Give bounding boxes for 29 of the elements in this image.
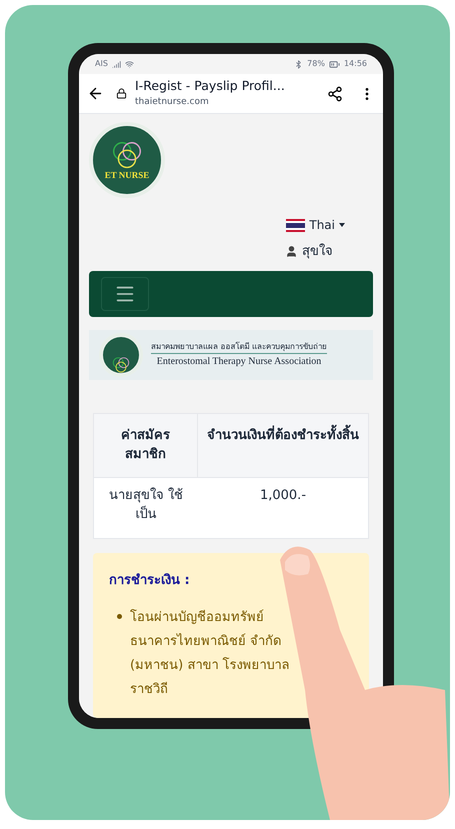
payment-title: การชำระเงิน : [109, 572, 191, 590]
page-title: I-Regist - Payslip Profil... [135, 77, 286, 96]
thai-flag-icon [286, 218, 306, 232]
caret-icon [339, 223, 345, 227]
user-name[interactable]: สุขใจ [302, 242, 333, 262]
language-dropdown[interactable]: Thai [309, 216, 345, 234]
back-icon[interactable] [87, 85, 104, 102]
battery-percent: 78% [307, 58, 325, 70]
user-icon [285, 245, 298, 258]
clock: 14:56 [344, 58, 367, 70]
map-rings-icon [110, 354, 132, 373]
menu-button[interactable] [101, 276, 149, 311]
wifi-icon [124, 60, 134, 68]
lock-icon [116, 88, 127, 99]
banner-english-name: Enterostomal Therapy Nurse Association [156, 354, 322, 369]
bullet-icon [117, 614, 122, 619]
table-cell-text: 1,000.- [258, 486, 308, 504]
column-header: จำนวนเงินที่ต้องชำระทั้งสิ้น [198, 414, 368, 476]
banner-thai-name: สมาคมพยาบาลแผล ออสโตมี และควบคุมการขับถ่าย [151, 340, 328, 354]
carrier-label: AIS [95, 58, 108, 70]
payment-item: โอนผ่านบัญชีออมทรัพย์ ธนาคารไทยพาณิชย์ จำกัด (มหาชน) สาขา โรงพยาบาลราชวิถี [130, 608, 290, 699]
table-cell-text: นายสุขใจ ใช้เป็น [108, 486, 184, 524]
battery-icon [328, 58, 340, 70]
share-icon[interactable] [327, 86, 343, 102]
page-url: thaietnurse.com [135, 96, 210, 110]
column-header: ค่าสมัคร สมาชิก [94, 414, 198, 476]
bluetooth-icon [294, 60, 304, 68]
logo-text: ET NURSE [104, 168, 150, 182]
signal-icon [112, 60, 121, 68]
